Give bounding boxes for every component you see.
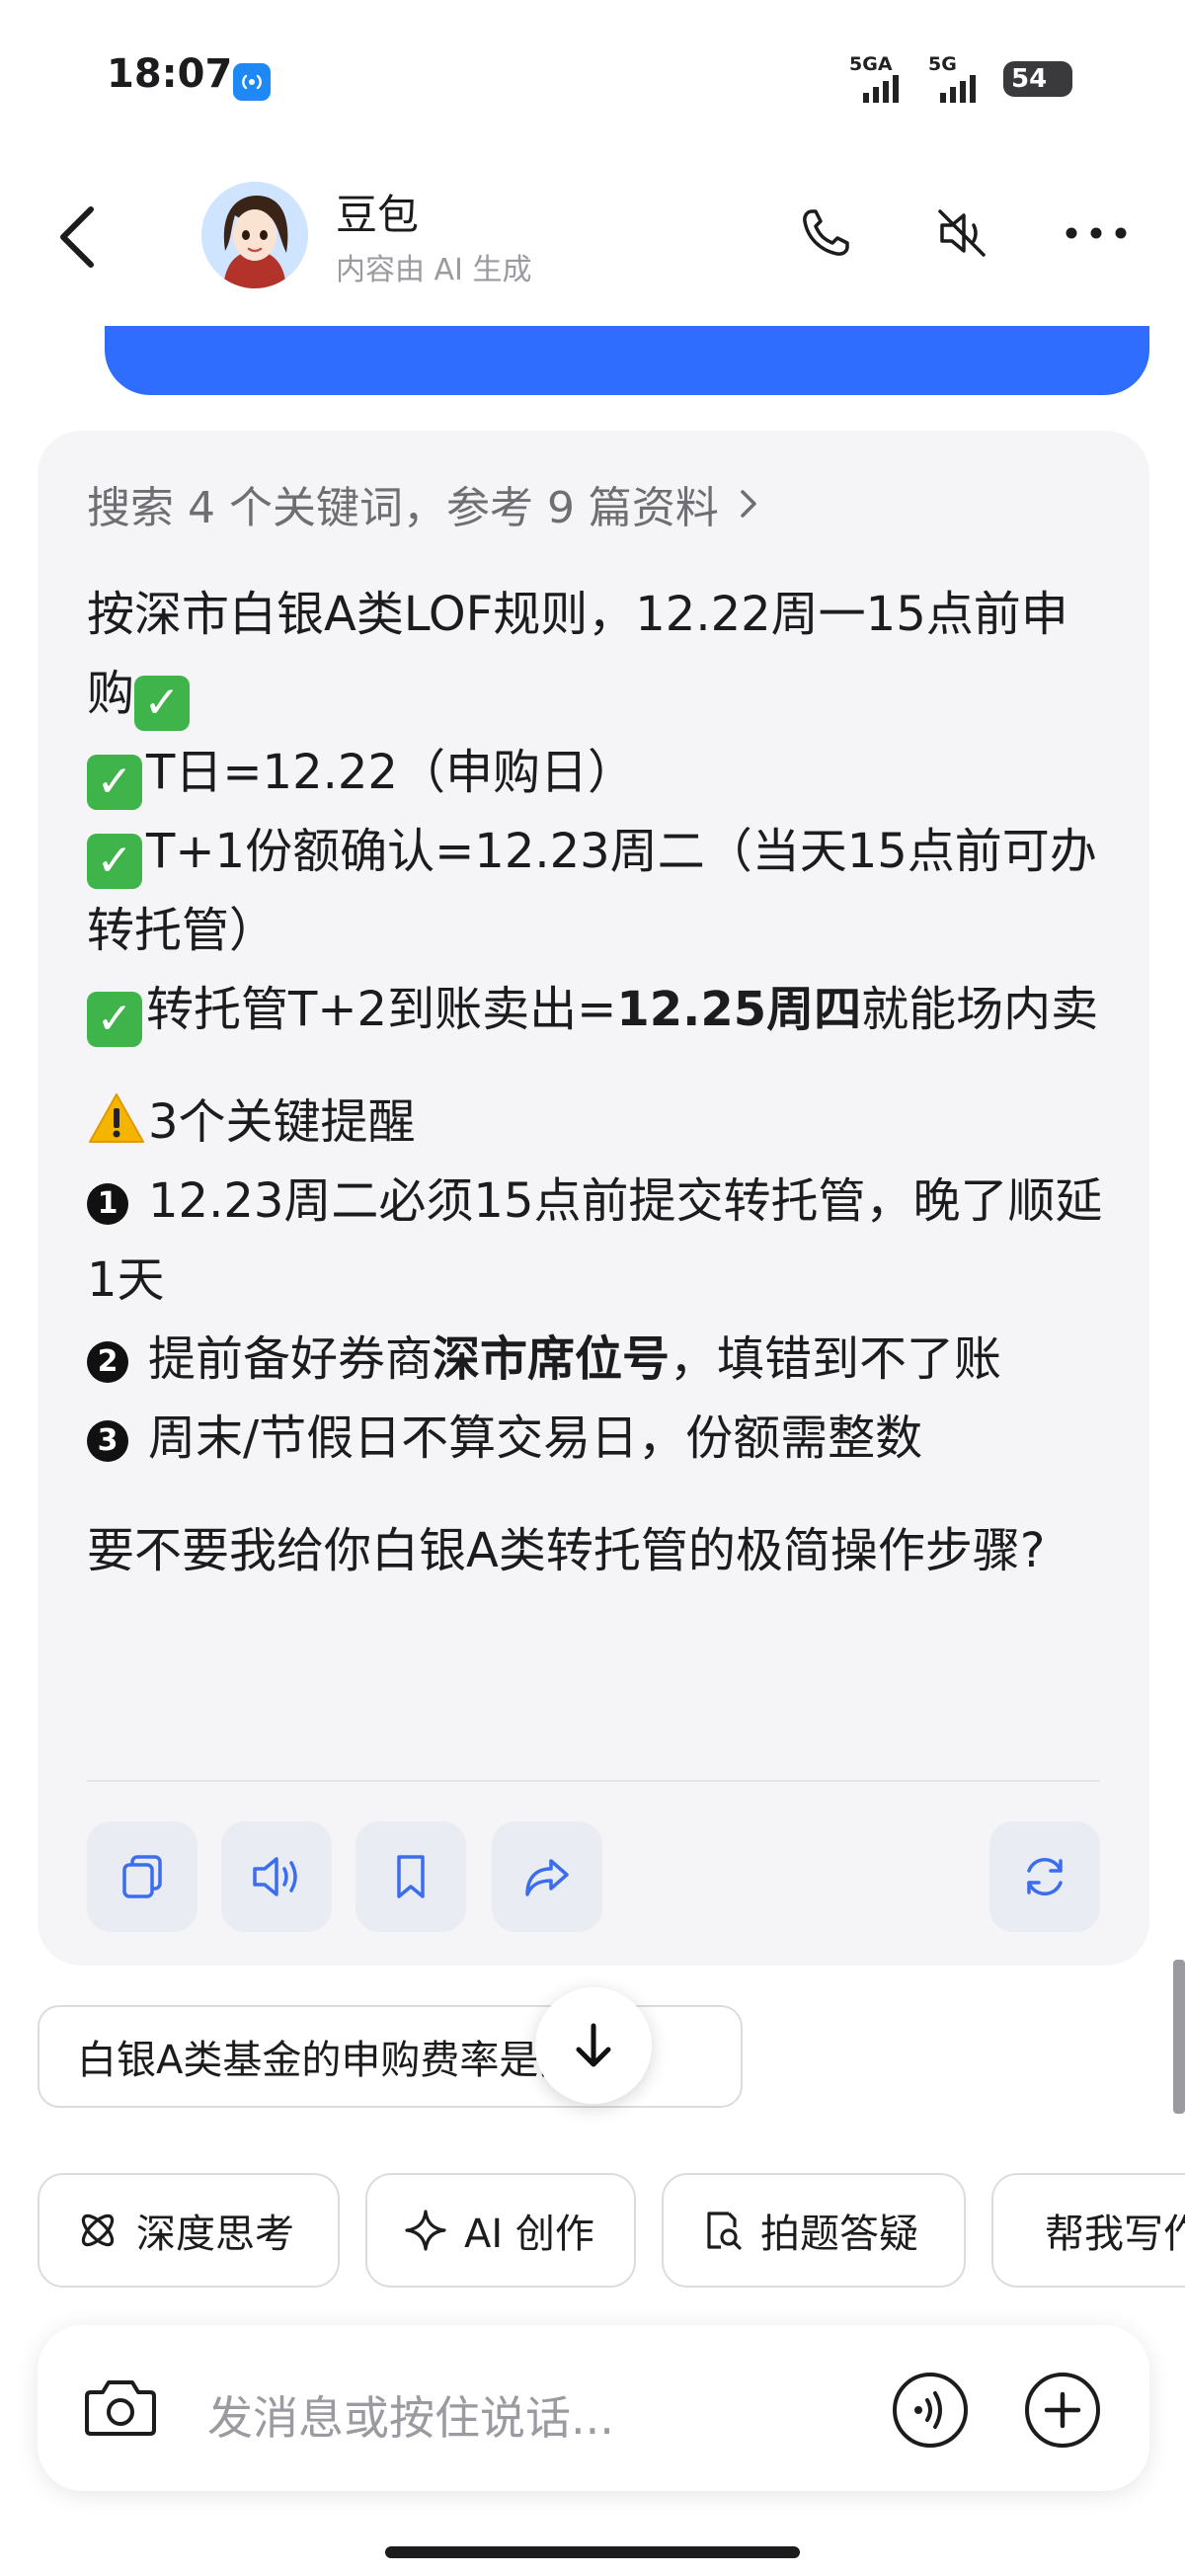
number-3-icon: 3 — [87, 1420, 128, 1462]
share-icon — [525, 1859, 569, 1896]
tool-label: 深度思考 — [136, 2212, 294, 2257]
reply-tip-3: 3 周末/节假日不算交易日，份额需整数 — [87, 1399, 1114, 1478]
doc-search-icon — [707, 2212, 742, 2250]
header-background — [0, 0, 1185, 326]
search-references-link[interactable]: 搜索 4 个关键词，参考 9 篇资料 — [87, 472, 762, 535]
camera-icon — [85, 2380, 156, 2436]
mute-button[interactable] — [926, 198, 997, 269]
bot-avatar[interactable] — [201, 182, 308, 288]
speaker-muted-icon — [938, 209, 986, 257]
home-indicator[interactable] — [385, 2546, 800, 2558]
sparkle-icon — [405, 2210, 446, 2251]
share-button[interactable] — [492, 1821, 602, 1932]
reply-closing: 要不要我给你白银A类转托管的极简操作步骤? — [87, 1523, 1046, 1578]
arrow-down-icon — [576, 2023, 611, 2067]
tool-help-write[interactable]: 帮我写作 — [991, 2173, 1185, 2288]
tool-label: 拍题答疑 — [760, 2212, 918, 2257]
number-2-icon: 2 — [87, 1341, 128, 1383]
add-attachment-button[interactable] — [1023, 2371, 1102, 2454]
check-icon: ✓ — [87, 834, 142, 889]
scrollbar-thumb[interactable] — [1173, 1960, 1185, 2114]
copy-icon — [122, 1855, 162, 1898]
check1-text: T日=12.22（申购日） — [146, 745, 635, 800]
chevron-left-icon — [60, 206, 94, 268]
battery-level: 54 — [1011, 64, 1048, 94]
check3-text-a: 转托管T+2到账卖出= — [146, 982, 617, 1037]
bookmark-icon — [397, 1855, 425, 1898]
check3-text-c: 就能场内卖 — [861, 982, 1099, 1037]
voice-wave-icon — [893, 2373, 968, 2448]
tool-ai-create[interactable]: AI 创作 — [365, 2173, 636, 2288]
call-button[interactable] — [790, 198, 861, 269]
tip2-text-c: ，填错到不了账 — [670, 1331, 1002, 1387]
search-summary: 搜索 4 个关键词，参考 9 篇资料 — [87, 483, 719, 533]
reply-paragraph-intro: 按深市白银A类LOF规则，12.22周一15点前申购 ✓ — [87, 575, 1114, 733]
atom-icon — [81, 2214, 115, 2247]
phone-icon — [803, 209, 849, 256]
tool-photo-question[interactable]: 拍题答疑 — [662, 2173, 966, 2288]
message-input[interactable]: 发消息或按住说话... — [207, 2382, 614, 2448]
scroll-to-bottom-button[interactable] — [535, 1987, 652, 2104]
tip1-text: 12.23周二必须15点前提交转托管，晚了顺延1天 — [87, 1173, 1103, 1308]
warning-title-text: 3个关键提醒 — [148, 1094, 416, 1150]
reply-tip-2: 2 提前备好券商深市席位号，填错到不了账 — [87, 1320, 1114, 1399]
more-button[interactable] — [1061, 198, 1132, 269]
back-button[interactable] — [47, 198, 111, 277]
network-label-1: 5GA — [849, 53, 893, 75]
check-icon: ✓ — [87, 992, 142, 1047]
tip3-text: 周末/节假日不算交易日，份额需整数 — [148, 1410, 923, 1466]
warning-icon — [89, 1093, 144, 1143]
check3-date-bold: 12.25周四 — [616, 982, 862, 1037]
tool-deep-thinking[interactable]: 深度思考 — [38, 2173, 340, 2288]
read-aloud-button[interactable] — [221, 1821, 332, 1932]
tool-label: 帮我写作 — [1045, 2212, 1185, 2257]
bookmark-button[interactable] — [356, 1821, 466, 1932]
number-1-icon: 1 — [87, 1183, 128, 1225]
card-divider — [87, 1780, 1100, 1782]
battery-icon: 54 — [1003, 61, 1072, 97]
reply-text: 按深市白银A类LOF规则，12.22周一15点前申购 ✓ ✓ T日=12.22（申购… — [87, 575, 1114, 1590]
tip2-bold: 深市席位号 — [433, 1331, 671, 1387]
signal-icon-1 — [863, 75, 899, 103]
reply-line-check1: ✓ T日=12.22（申购日） — [87, 733, 1114, 812]
check2-text: T+1份额确认=12.23周二（当天15点前可办转托管） — [87, 824, 1097, 958]
more-dots-icon — [1066, 227, 1127, 239]
speaker-icon — [253, 1857, 297, 1896]
status-time: 18:07 — [107, 51, 233, 97]
chat-title: 豆包 — [336, 191, 420, 239]
refresh-icon — [1027, 1858, 1063, 1895]
chevron-right-icon — [741, 490, 756, 518]
signal-icon-2 — [940, 75, 976, 103]
reply-line-check3: ✓ 转托管T+2到账卖出=12.25周四就能场内卖 — [87, 970, 1114, 1049]
hotspot-icon — [233, 63, 271, 101]
signal-group: 5GA 5G — [849, 53, 997, 105]
voice-call-button[interactable] — [891, 2371, 970, 2454]
reply-warning-title: 3个关键提醒 — [87, 1083, 1114, 1162]
copy-button[interactable] — [87, 1821, 198, 1932]
reply-line-check2: ✓ T+1份额确认=12.23周二（当天15点前可办转托管） — [87, 812, 1114, 970]
check-icon: ✓ — [134, 676, 191, 731]
ai-generated-label: 内容由 AI 生成 — [336, 253, 532, 287]
tip2-text-a: 提前备好券商 — [148, 1331, 434, 1387]
regenerate-button[interactable] — [989, 1821, 1100, 1932]
reply-tip-1: 1 12.23周二必须15点前提交转托管，晚了顺延1天 — [87, 1162, 1114, 1320]
check-icon: ✓ — [87, 755, 142, 810]
plus-circle-icon — [1025, 2373, 1100, 2448]
intro-text: 按深市白银A类LOF规则，12.22周一15点前申购 — [87, 587, 1068, 721]
camera-button[interactable] — [83, 2373, 158, 2446]
tool-label: AI 创作 — [464, 2212, 594, 2257]
network-label-2: 5G — [928, 53, 957, 75]
